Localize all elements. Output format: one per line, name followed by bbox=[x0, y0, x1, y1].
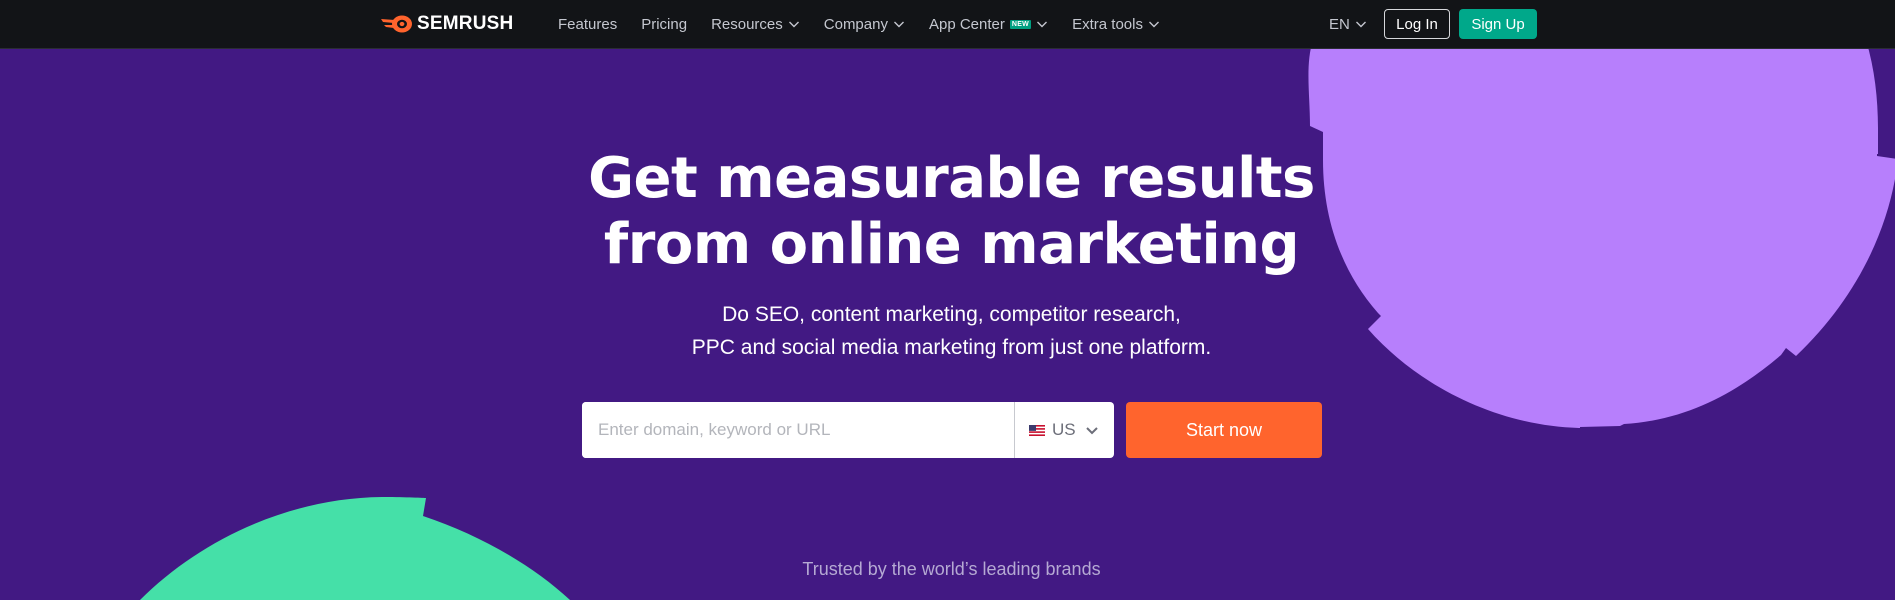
hero-title: Get measurable results from online marke… bbox=[0, 146, 1895, 278]
nav-item-label: Extra tools bbox=[1072, 15, 1143, 33]
logo-wordmark: SEMRUSH bbox=[417, 13, 514, 34]
nav-item-label: Features bbox=[558, 15, 618, 33]
signup-button[interactable]: Sign Up bbox=[1459, 9, 1537, 39]
database-selector[interactable]: US bbox=[1014, 402, 1114, 458]
nav-item-label: Pricing bbox=[641, 15, 688, 33]
language-label: EN bbox=[1329, 15, 1350, 33]
nav-item-features[interactable]: Features bbox=[558, 16, 617, 33]
new-badge: NEW bbox=[1009, 19, 1032, 29]
decorative-green-shape bbox=[140, 497, 570, 600]
nav-item-label: Company bbox=[823, 15, 888, 33]
us-flag-icon bbox=[1029, 424, 1045, 436]
login-button[interactable]: Log In bbox=[1384, 9, 1450, 39]
semrush-logo[interactable]: SEMRUSH bbox=[381, 12, 513, 36]
hero-title-line-2: from online marketing bbox=[603, 212, 1300, 277]
chevron-down-icon bbox=[1085, 427, 1098, 435]
hero-subtitle-line-2: PPC and social media marketing from just… bbox=[691, 336, 1212, 359]
nav-item-pricing[interactable]: Pricing bbox=[641, 16, 687, 33]
nav-item-extra-tools[interactable]: Extra tools bbox=[1072, 16, 1160, 33]
language-selector[interactable]: EN bbox=[1329, 0, 1367, 48]
main-nav: Features Pricing Resources Company App C… bbox=[558, 0, 1184, 48]
nav-item-company[interactable]: Company bbox=[824, 16, 905, 33]
top-navigation-bar: SEMRUSH Features Pricing Resources Compa… bbox=[0, 0, 1895, 49]
nav-item-app-center[interactable]: App Center NEW bbox=[929, 16, 1048, 33]
chevron-down-icon bbox=[1037, 21, 1048, 28]
hero-subtitle: Do SEO, content marketing, competitor re… bbox=[0, 298, 1895, 364]
chevron-down-icon bbox=[788, 21, 799, 28]
nav-item-label: Resources bbox=[711, 15, 783, 33]
chevron-down-icon bbox=[1355, 21, 1366, 28]
chevron-down-icon bbox=[893, 21, 904, 28]
nav-item-resources[interactable]: Resources bbox=[711, 16, 800, 33]
domain-search-form: US bbox=[582, 402, 1114, 458]
trusted-by-text: Trusted by the world’s leading brands bbox=[802, 559, 1101, 579]
hero-title-line-1: Get measurable results bbox=[588, 146, 1315, 211]
semrush-flame-icon bbox=[381, 15, 412, 33]
database-label: US bbox=[1052, 420, 1076, 439]
chevron-down-icon bbox=[1148, 21, 1159, 28]
hero-subtitle-line-1: Do SEO, content marketing, competitor re… bbox=[722, 303, 1181, 326]
start-now-button[interactable]: Start now bbox=[1126, 402, 1322, 458]
nav-item-label: App Center bbox=[928, 15, 1005, 33]
domain-search-input[interactable] bbox=[582, 402, 1014, 458]
